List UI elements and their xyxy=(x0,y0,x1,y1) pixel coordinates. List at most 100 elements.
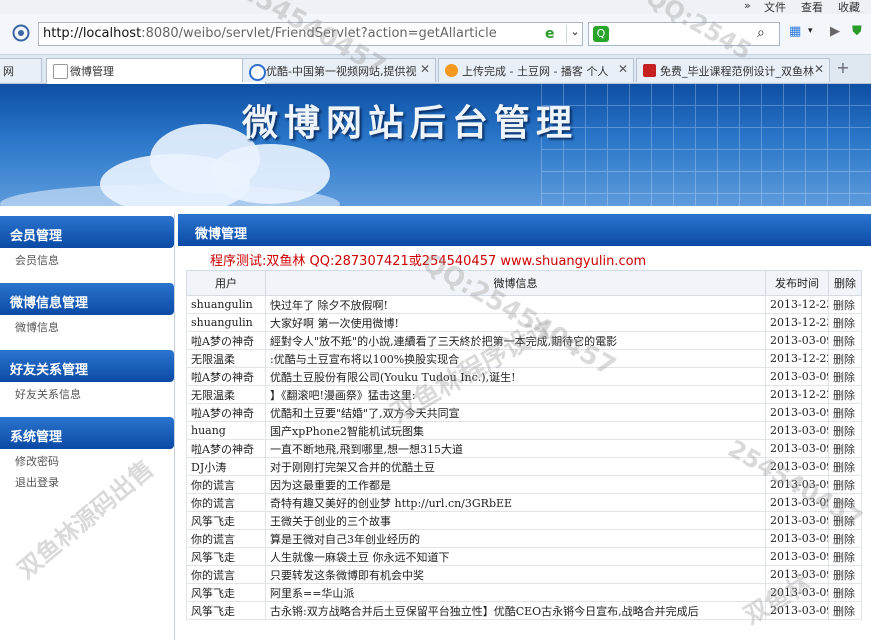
col-header-user: 用户 xyxy=(186,270,266,296)
cell-content: 快过年了 除夕不放假啊! xyxy=(265,295,766,314)
cell-time: 2013-03-09 xyxy=(765,547,829,566)
delete-link[interactable]: 删除 xyxy=(828,583,862,602)
delete-link[interactable]: 删除 xyxy=(828,511,862,530)
sidebar-item-member-info[interactable]: 会员信息 xyxy=(15,252,59,268)
cell-user: shuangulin xyxy=(186,313,266,332)
media-icon[interactable]: ▶ xyxy=(830,24,840,39)
youku-icon xyxy=(249,64,266,81)
tab-strip: 网 微博管理 ✕ 优酷-中国第一视频网站,提供视 ✕ 上传完成 - 土豆网 - … xyxy=(0,55,871,84)
tab-tudou[interactable]: 上传完成 - 土豆网 - 播客 个人 ✕ xyxy=(438,58,634,82)
delete-link[interactable]: 删除 xyxy=(828,601,862,620)
delete-link[interactable]: 删除 xyxy=(828,565,862,584)
delete-link[interactable]: 删除 xyxy=(828,385,862,404)
cell-content: 大家好啊 第一次使用微博! xyxy=(265,313,766,332)
sidebar-item-friend-info[interactable]: 好友关系信息 xyxy=(15,386,81,402)
delete-link[interactable]: 删除 xyxy=(828,457,862,476)
menu-more-chevron[interactable]: » xyxy=(744,0,751,12)
delete-link[interactable]: 删除 xyxy=(828,295,862,314)
cell-content: 人生就像一麻袋土豆 你永远不知道下 xyxy=(265,547,766,566)
cell-content: 經對令人"放不羝"的小說,連續看了三天終於把第一本完成,期待它的電影 xyxy=(265,331,766,350)
cell-user: DJ小涛 xyxy=(186,457,266,476)
delete-link[interactable]: 删除 xyxy=(828,439,862,458)
cell-content: 国产xpPhone2智能机试玩图集 xyxy=(265,421,766,440)
new-tab-icon[interactable]: + xyxy=(832,58,854,80)
sidebar-item-logout[interactable]: 退出登录 xyxy=(15,474,59,490)
table-row: 啦A梦の神奇 优酷和土豆要"结婚"了,双方今天共同宣 2013-03-09 删除 xyxy=(186,403,862,422)
cell-time: 2013-03-09 xyxy=(765,511,829,530)
cell-time: 2013-12-23 xyxy=(765,295,829,314)
table-row: 无限温柔 】《翻滚吧!漫画祭》猛击这里: 2013-12-22 删除 xyxy=(186,385,862,404)
tab-shuangyulin[interactable]: 免费_毕业课程范例设计_双鱼林 ✕ xyxy=(636,58,830,82)
close-tab-icon[interactable]: ✕ xyxy=(618,62,628,76)
delete-link[interactable]: 删除 xyxy=(828,403,862,422)
banner-title: 微博网站后台管理 xyxy=(242,102,579,144)
tudou-icon xyxy=(445,64,458,77)
tab-label: 上传完成 - 土豆网 - 播客 个人 xyxy=(462,65,609,78)
cell-user: shuangulin xyxy=(186,295,266,314)
cell-time: 2013-03-09 xyxy=(765,565,829,584)
tab-partial[interactable]: 网 xyxy=(0,58,42,82)
cell-user: huang xyxy=(186,421,266,440)
delete-link[interactable]: 删除 xyxy=(828,493,862,512)
delete-link[interactable]: 删除 xyxy=(828,313,862,332)
protect-shield-icon[interactable]: ⛊ xyxy=(852,24,862,39)
site-banner: 微博网站后台管理 xyxy=(0,84,871,206)
search-input[interactable]: Q ⌕ xyxy=(588,22,780,46)
cell-user: 风筝飞走 xyxy=(186,511,266,530)
url-dropdown-icon[interactable]: ⌄ xyxy=(566,25,583,43)
close-tab-icon[interactable]: ✕ xyxy=(814,62,824,76)
menu-view[interactable]: 查看 xyxy=(801,0,823,15)
table-row: 风筝飞走 王微关于创业的三个故事 2013-03-09 删除 xyxy=(186,511,862,530)
cell-content: 】《翻滚吧!漫画祭》猛击这里: xyxy=(265,385,766,404)
sidebar-group-weibo[interactable]: 微博信息管理 xyxy=(0,283,174,315)
cell-user: 你的谎言 xyxy=(186,493,266,512)
search-icon[interactable]: ⌕ xyxy=(757,25,765,41)
cell-user: 啦A梦の神奇 xyxy=(186,439,266,458)
apps-dropdown-icon[interactable]: ▾ xyxy=(808,26,813,36)
security-shield-icon[interactable] xyxy=(12,24,30,42)
sidebar-item-change-password[interactable]: 修改密码 xyxy=(15,453,59,469)
close-tab-icon[interactable]: ✕ xyxy=(420,62,430,76)
ie-compat-icon[interactable]: e xyxy=(545,26,555,42)
delete-link[interactable]: 删除 xyxy=(828,547,862,566)
cell-time: 2013-03-09 xyxy=(765,529,829,548)
delete-link[interactable]: 删除 xyxy=(828,421,862,440)
tab-youku[interactable]: 优酷-中国第一视频网站,提供视 ✕ xyxy=(242,58,436,82)
delete-link[interactable]: 删除 xyxy=(828,367,862,386)
sidebar-item-weibo-info[interactable]: 微博信息 xyxy=(15,319,59,335)
table-row: 你的谎言 奇特有趣又美好的创业梦 http://url.cn/3GRbEE 2013… xyxy=(186,493,862,512)
search-engine-icon[interactable]: Q xyxy=(593,26,609,42)
cell-content: 因为这最重要的工作都是 xyxy=(265,475,766,494)
sidebar-group-system[interactable]: 系统管理 xyxy=(0,417,174,449)
url-input[interactable]: http://localhost:8080/weibo/servlet/Frie… xyxy=(38,22,583,46)
delete-link[interactable]: 删除 xyxy=(828,331,862,350)
cell-user: 你的谎言 xyxy=(186,475,266,494)
cell-user: 无限温柔 xyxy=(186,349,266,368)
cell-time: 2013-03-09 xyxy=(765,601,829,620)
apps-icon[interactable]: ▦ xyxy=(789,24,801,39)
tab-label: 免费_毕业课程范例设计_双鱼林 xyxy=(660,65,814,78)
cell-content: 优酷和土豆要"结婚"了,双方今天共同宣 xyxy=(265,403,766,422)
cell-content: 王微关于创业的三个故事 xyxy=(265,511,766,530)
browser-menu-bar: » 文件 查看 收藏 xyxy=(0,0,871,14)
delete-link[interactable]: 删除 xyxy=(828,349,862,368)
menu-favorites[interactable]: 收藏 xyxy=(838,0,860,15)
cell-user: 风筝飞走 xyxy=(186,601,266,620)
delete-link[interactable]: 删除 xyxy=(828,529,862,548)
table-row: 啦A梦の神奇 优酷土豆股份有限公司(Youku Tudou Inc.),诞生! 20… xyxy=(186,367,862,386)
table-row: 风筝飞走 古永锵:双方战略合并后土豆保留平台独立性】优酷CEO古永锵今日宣布,战略… xyxy=(186,601,862,620)
tab-label: 网 xyxy=(3,65,14,78)
cell-content: 只要转发这条微博即有机会中奖 xyxy=(265,565,766,584)
cell-content: 算是王微对自己3年创业经历的 xyxy=(265,529,766,548)
tab-weibo-admin[interactable]: 微博管理 ✕ xyxy=(46,58,266,84)
table-row: 风筝飞走 阿里系==华山派 2013-03-09 删除 xyxy=(186,583,862,602)
cell-time: 2013-03-09 xyxy=(765,439,829,458)
cell-time: 2013-03-09 xyxy=(765,475,829,494)
cell-content: 对于刚刚打完架又合并的优酷土豆 xyxy=(265,457,766,476)
sidebar-group-member[interactable]: 会员管理 xyxy=(0,216,174,248)
cell-time: 2013-12-22 xyxy=(765,349,829,368)
menu-file[interactable]: 文件 xyxy=(764,0,786,15)
cell-time: 2013-12-22 xyxy=(765,385,829,404)
sidebar-group-friends[interactable]: 好友关系管理 xyxy=(0,350,174,382)
delete-link[interactable]: 删除 xyxy=(828,475,862,494)
